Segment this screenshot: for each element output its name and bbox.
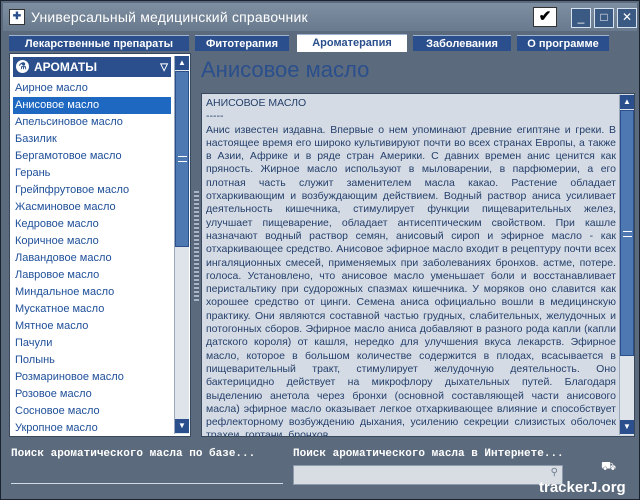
search-web-input[interactable]: ⚲: [293, 465, 563, 485]
scroll-thumb[interactable]: [175, 71, 189, 247]
article-content: АНИСОВОЕ МАСЛО ----- Анис известен издав…: [201, 93, 635, 437]
minimize-button[interactable]: _: [571, 8, 591, 28]
aroma-list: Аирное масло Анисовое масло Апельсиновое м…: [13, 80, 171, 437]
aroma-list-item[interactable]: Миндальное масло: [13, 284, 171, 301]
page-title: Анисовое масло: [201, 57, 370, 82]
watermark: trackerJ.org: [539, 479, 626, 496]
article-body: Анис известен издавна. Впервые о нем упо…: [206, 123, 616, 437]
cart-icon[interactable]: ⛟: [601, 459, 616, 475]
aroma-list-header[interactable]: ⚗ АРОМАТЫ ▽: [13, 57, 171, 77]
panel-splitter[interactable]: [194, 191, 199, 301]
search-db-input[interactable]: [11, 483, 283, 484]
scroll-grip-icon: [178, 156, 187, 162]
app-icon: ✚: [9, 9, 25, 25]
article-divider: -----: [206, 110, 224, 123]
aroma-list-item[interactable]: Жасминовое масло: [13, 199, 171, 216]
article-heading: АНИСОВОЕ МАСЛО: [206, 97, 307, 109]
article-scrollbar[interactable]: ▲ ▼: [619, 95, 634, 435]
aroma-list-item[interactable]: Розовое масло: [13, 386, 171, 403]
tab-medicines[interactable]: Лекарственные препараты: [9, 35, 189, 51]
confirm-check-button[interactable]: ✔: [533, 7, 557, 27]
aroma-list-header-label: АРОМАТЫ: [34, 60, 97, 74]
tab-about[interactable]: О программе: [517, 35, 609, 51]
aroma-list-scrollbar[interactable]: ▲ ▼: [174, 56, 189, 434]
scroll-up-arrow-icon[interactable]: ▲: [175, 56, 189, 70]
close-button[interactable]: ✕: [617, 8, 637, 28]
aroma-list-item[interactable]: Сосновое масло: [13, 403, 171, 420]
aroma-list-item[interactable]: Лавандовое масло: [13, 250, 171, 267]
aroma-list-item[interactable]: Герань: [13, 165, 171, 182]
aroma-list-item[interactable]: Анисовое масло: [13, 97, 171, 114]
aroma-list-item[interactable]: Пачули: [13, 335, 171, 352]
tab-aromatherapy[interactable]: Ароматерапия: [297, 34, 407, 52]
title-bar[interactable]: ✚ Универсальный медицинский справочник ✔…: [3, 3, 637, 31]
aroma-list-item[interactable]: Апельсиновое масло: [13, 114, 171, 131]
aroma-list-item[interactable]: Укропное масло: [13, 420, 171, 437]
dropdown-icon[interactable]: ▽: [160, 58, 168, 78]
aroma-list-item[interactable]: Мятное масло: [13, 318, 171, 335]
app-window: ✚ Универсальный медицинский справочник ✔…: [0, 0, 640, 500]
aroma-list-item[interactable]: Полынь: [13, 352, 171, 369]
article-scroll-up-arrow-icon[interactable]: ▲: [620, 95, 634, 109]
search-web-label[interactable]: Поиск ароматического масла в Интернете..…: [293, 448, 564, 460]
tab-phytotherapy[interactable]: Фитотерапия: [195, 35, 289, 51]
maximize-button[interactable]: □: [594, 8, 614, 28]
aroma-list-item[interactable]: Аирное масло: [13, 80, 171, 97]
window-title: Универсальный медицинский справочник: [31, 9, 308, 25]
aroma-list-item[interactable]: Мускатное масло: [13, 301, 171, 318]
article-scroll-down-arrow-icon[interactable]: ▼: [620, 420, 634, 434]
aroma-list-item[interactable]: Кедровое масло: [13, 216, 171, 233]
aroma-list-panel: ⚗ АРОМАТЫ ▽ Аирное масло Анисовое масло Ап…: [9, 53, 191, 437]
aroma-list-item[interactable]: Грейпфрутовое масло: [13, 182, 171, 199]
tab-diseases[interactable]: Заболевания: [413, 35, 511, 51]
search-bar: Поиск ароматического масла по базе... По…: [3, 439, 637, 497]
aroma-list-item[interactable]: Коричное масло: [13, 233, 171, 250]
search-db-label[interactable]: Поиск ароматического масла по базе...: [11, 448, 255, 460]
article-scroll-thumb[interactable]: [620, 110, 634, 356]
aroma-list-item[interactable]: Базилик: [13, 131, 171, 148]
aroma-list-item[interactable]: Розмариновое масло: [13, 369, 171, 386]
search-icon[interactable]: ⚲: [551, 467, 558, 478]
article-scroll-grip-icon: [623, 231, 632, 237]
flask-icon: ⚗: [16, 60, 29, 73]
aroma-list-item[interactable]: Бергамотовое масло: [13, 148, 171, 165]
article-text: АНИСОВОЕ МАСЛО ----- Анис известен издав…: [206, 97, 616, 437]
scroll-down-arrow-icon[interactable]: ▼: [175, 419, 189, 433]
aroma-list-item[interactable]: Лавровое масло: [13, 267, 171, 284]
